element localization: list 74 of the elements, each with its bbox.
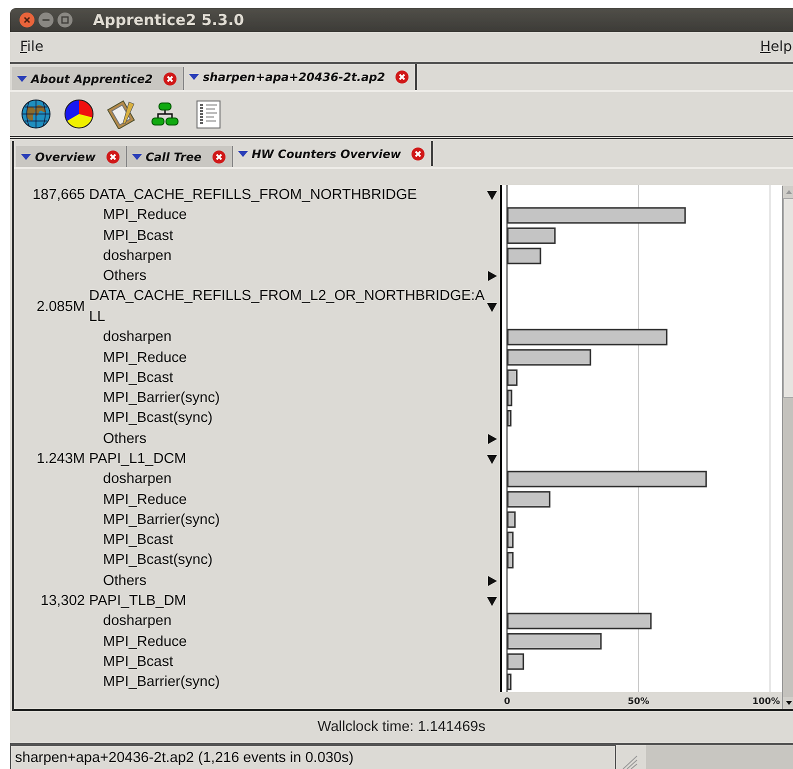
axis-tick-label: 50% [628,697,650,707]
function-name: MPI_Bcast [103,532,174,548]
function-name: MPI_Barrier(sync) [103,512,220,528]
function-name: MPI_Bcast [103,370,174,386]
function-name: Others [103,572,148,589]
axis-tick-label: 100% [752,697,780,707]
close-icon[interactable] [19,12,35,28]
tab[interactable]: HW Counters Overview [232,141,434,166]
bar [507,390,512,406]
caret-icon[interactable] [21,154,31,160]
scrollbar-track[interactable] [782,186,793,709]
bar [507,674,512,690]
counter-name: DATA_CACHE_REFILLS_FROM_NORTHBRIDGE [89,186,418,205]
function-name: dosharpen [103,471,172,488]
function-name: MPI_Bcast(sync) [103,410,213,426]
function-name: Others [103,268,148,284]
bar [507,248,542,264]
tab[interactable]: Call Tree [126,146,233,167]
counter-name: PAPI_TLB_DM [89,592,188,611]
expand-arrow-icon[interactable] [487,271,497,282]
menu-item[interactable]: File [20,39,44,55]
function-name: MPI_Bcast(sync) [103,552,213,568]
maximize-icon[interactable] [57,12,73,28]
menu-item[interactable]: Help [760,39,792,55]
function-name: MPI_Bcast [103,228,174,244]
function-name: MPI_Barrier(sync) [103,390,220,406]
caret-icon[interactable] [17,76,27,82]
function-name: dosharpen [103,613,172,630]
close-icon[interactable] [395,70,410,84]
minimize-icon[interactable] [38,12,54,28]
collapse-arrow-icon[interactable] [487,302,497,312]
function-name: MPI_Reduce [103,350,187,366]
scrollbar-thumb[interactable] [783,198,793,398]
bar [507,511,516,528]
pie-chart-icon[interactable] [64,99,94,129]
status-text: sharpen+apa+20436-2t.ap2 (1,216 events in 0.030s) [10,745,616,769]
tab[interactable]: Overview [16,146,127,167]
counter-value: 2.085M [36,298,85,315]
function-name: Others [103,430,148,447]
close-icon[interactable] [106,150,120,164]
globe-icon[interactable] [21,99,51,129]
caret-icon[interactable] [238,150,248,156]
counter-value: 187,665 [32,187,85,204]
bar [507,369,518,386]
close-icon[interactable] [212,150,226,164]
bar [507,532,514,548]
counter-name: PAPI_L1_DCM [89,450,188,469]
function-name: MPI_Reduce [103,207,187,224]
collapse-arrow-icon[interactable] [487,596,497,606]
bar [507,491,550,508]
caret-icon[interactable] [188,74,199,80]
tab[interactable]: About Apprentice2 [12,67,184,90]
expand-arrow-icon[interactable] [487,576,497,586]
axis-tick-label: 0 [504,697,510,707]
collapse-arrow-icon[interactable] [487,190,497,200]
function-name: dosharpen [103,329,172,346]
bar [507,410,512,426]
function-name: MPI_Reduce [103,492,187,508]
counter-value: 13,302 [40,593,85,610]
function-name: MPI_Bcast [103,654,174,670]
bar [507,653,524,670]
close-icon[interactable] [411,146,426,160]
function-name: MPI_Reduce [103,634,187,650]
counter-value: 1.243M [36,451,85,467]
window-title: Apprentice2 5.3.0 [93,11,244,29]
close-icon[interactable] [162,72,177,86]
expand-arrow-icon[interactable] [487,434,497,444]
resize-grip-icon[interactable] [622,755,638,769]
collapse-arrow-icon[interactable] [487,454,497,464]
function-name: MPI_Barrier(sync) [103,674,220,690]
function-name: dosharpen [103,248,172,264]
bar [507,227,556,244]
bar [507,552,514,568]
caret-icon[interactable] [132,154,142,160]
